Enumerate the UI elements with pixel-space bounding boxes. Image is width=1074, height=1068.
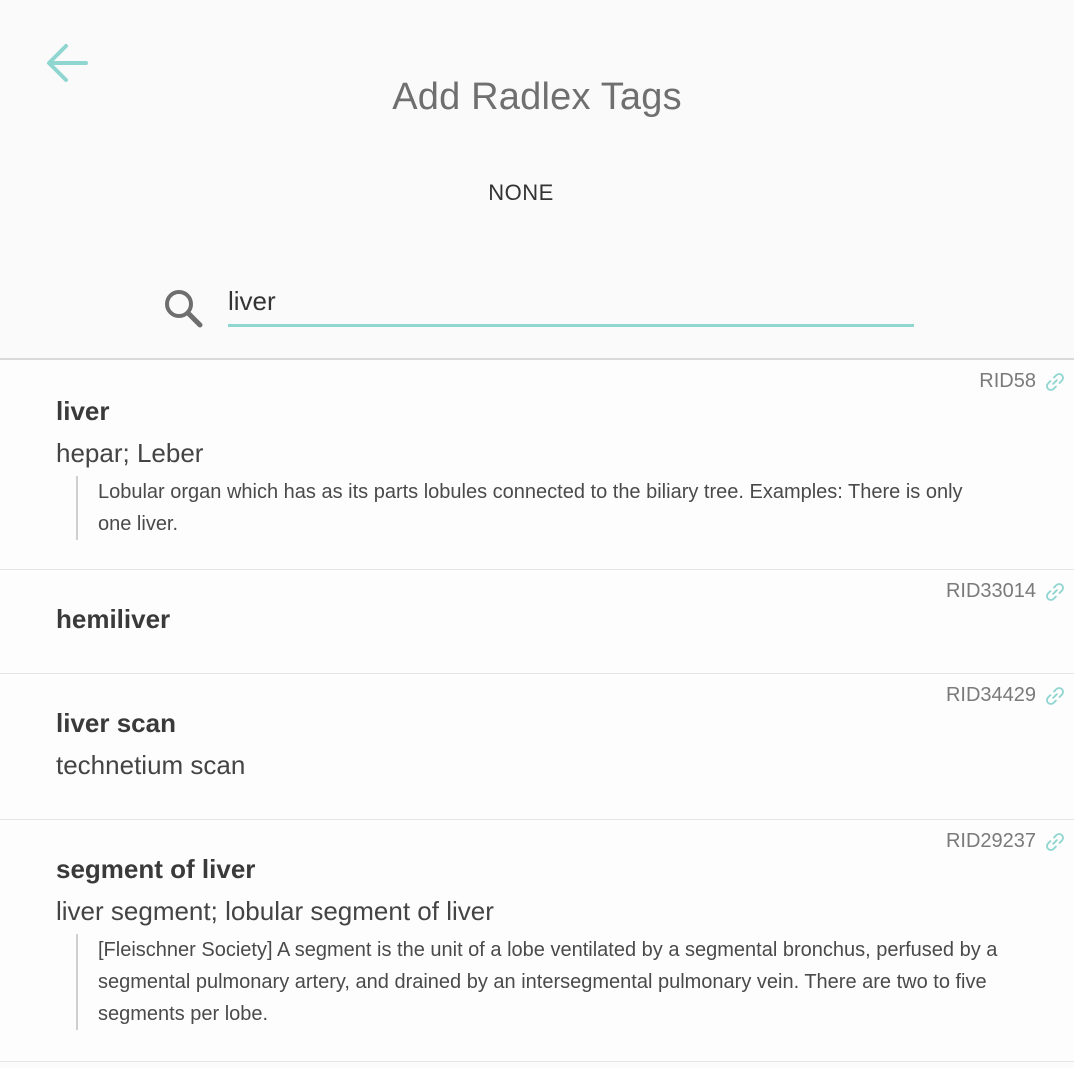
- rid-label: RID34429: [945, 684, 1036, 706]
- rid-label: RID29237: [945, 830, 1036, 852]
- term-name: hemiliver: [56, 604, 171, 634]
- result-item-liver[interactable]: RID58 liver hepar; Leber Lobular organ w…: [0, 360, 1074, 570]
- link-icon[interactable]: [1044, 581, 1066, 603]
- page-title: Add Radlex Tags: [392, 76, 682, 118]
- search-icon: [160, 286, 206, 332]
- results-list: RID58 liver hepar; Leber Lobular organ w…: [0, 358, 1074, 1062]
- link-icon[interactable]: [1044, 831, 1066, 853]
- link-icon[interactable]: [1044, 371, 1066, 393]
- term-definition: [Fleischner Society] A segment is the un…: [76, 934, 998, 1030]
- header: Add Radlex Tags NONE: [0, 0, 1074, 358]
- term-name: liver scan: [56, 708, 176, 738]
- selected-tags-label: NONE: [488, 180, 554, 205]
- search-input[interactable]: [228, 278, 914, 327]
- link-icon[interactable]: [1044, 685, 1066, 707]
- rid-label: RID33014: [945, 580, 1036, 602]
- result-item-segment-of-liver[interactable]: RID29237 segment of liver liver segment;…: [0, 820, 1074, 1062]
- rid-container: RID58: [979, 370, 1066, 393]
- rid-label: RID58: [979, 370, 1036, 392]
- term-synonyms: hepar; Leber: [56, 438, 204, 468]
- term-name: segment of liver: [56, 854, 256, 884]
- rid-container: RID29237: [946, 830, 1066, 853]
- term-synonyms: liver segment; lobular segment of liver: [56, 896, 494, 926]
- rid-container: RID34429: [946, 684, 1066, 707]
- result-item-hemiliver[interactable]: RID33014 hemiliver: [0, 570, 1074, 674]
- term-definition: Lobular organ which has as its parts lob…: [76, 476, 998, 540]
- result-item-liver-scan[interactable]: RID34429 liver scan technetium scan: [0, 674, 1074, 820]
- term-synonyms: technetium scan: [56, 750, 246, 780]
- term-name: liver: [56, 396, 110, 426]
- rid-container: RID33014: [946, 580, 1066, 603]
